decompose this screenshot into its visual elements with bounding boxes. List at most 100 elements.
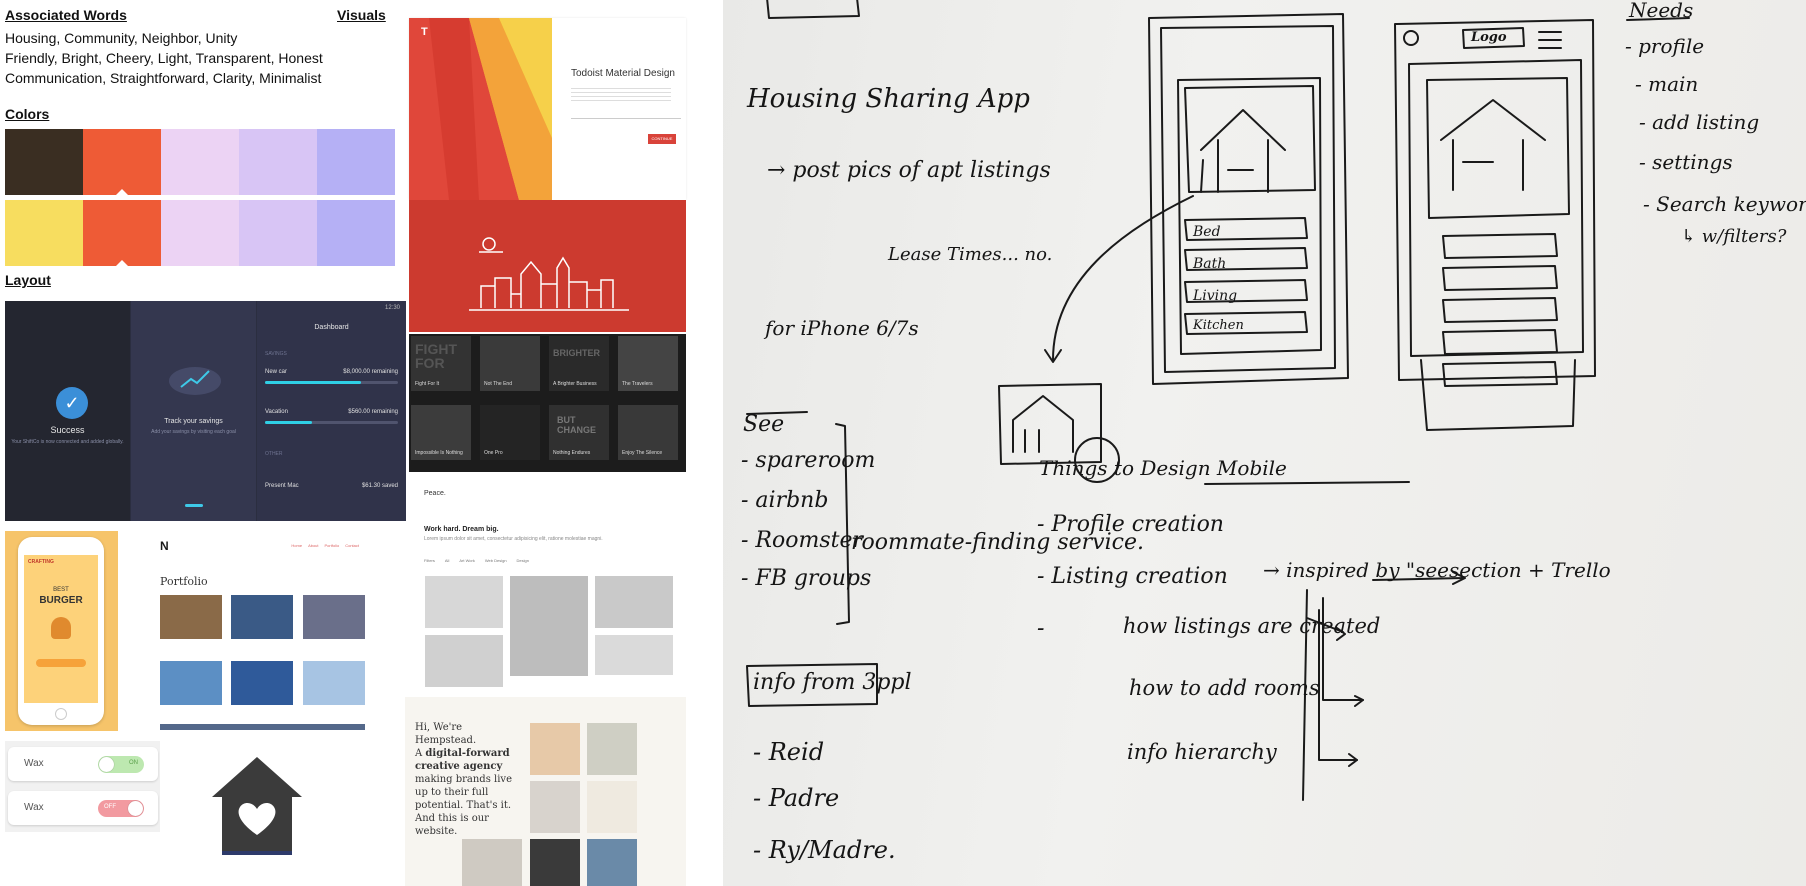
needs-heading: Needs: [1629, 0, 1694, 22]
toggle-switch: ON: [98, 756, 144, 773]
goal-amount: $61.30 saved: [361, 483, 398, 489]
chart-cloud-icon: [169, 367, 221, 395]
toggle-row: Wax OFF: [8, 791, 158, 825]
other-label: OTHER: [265, 451, 283, 457]
post-pics-note: → post pics of apt listings: [767, 158, 1051, 183]
color-swatch: [161, 200, 239, 266]
colors-heading: Colors: [5, 106, 50, 122]
film-card: Not The End: [480, 336, 540, 391]
sub-item: how to add rooms: [1129, 676, 1320, 700]
savings-screen: Track your savings Add your savings by v…: [131, 301, 256, 521]
color-swatch: [317, 200, 395, 266]
dashboard-title: Dashboard: [314, 324, 349, 331]
wireframe-field: Bed: [1193, 224, 1221, 240]
film-card: FIGHT FOR Fight For It: [411, 336, 471, 391]
color-swatch: [239, 200, 317, 266]
see-item: - spareroom: [741, 448, 876, 473]
page-indicator: [185, 504, 203, 507]
house-heart-icon: [212, 757, 302, 855]
inspired-note: → inspired by "seesection + Trello: [1263, 558, 1611, 582]
hempstead-intro: Hi, We're Hempstead. A digital-forward c…: [415, 722, 512, 837]
dashboard-screen: 12:30 Dashboard SAVINGS New car $8,000.0…: [257, 301, 406, 521]
peace-headline: Work hard. Dream big.: [424, 526, 499, 533]
hempstead-website-mockup: Hi, We're Hempstead. A digital-forward c…: [405, 697, 686, 886]
things-item: - Listing creation: [1037, 564, 1228, 589]
needs-item: - Search keywords: [1643, 192, 1806, 216]
things-item: - Profile creation: [1037, 512, 1224, 537]
color-swatch: [239, 129, 317, 195]
sketch-photo: Housing Sharing App → post pics of apt l…: [723, 0, 1806, 886]
success-title: Success: [50, 425, 85, 435]
color-palette-row: [5, 200, 395, 266]
see-item: - FB groups: [741, 566, 872, 591]
checkmark-icon: ✓: [56, 387, 88, 419]
todoist-logo: T: [421, 26, 428, 38]
things-heading: Things to Design Mobile: [1039, 456, 1287, 480]
burger-line1: BEST: [53, 587, 69, 593]
things-item: -: [1037, 616, 1045, 641]
color-swatch: [161, 129, 239, 195]
film-card: The Travelers: [618, 336, 678, 391]
goal-row: Vacation $560.00 remaining: [265, 409, 398, 415]
info-heading: info from 3ppl: [753, 670, 912, 695]
needs-item: - settings: [1639, 150, 1733, 174]
portfolio-heading: Portfolio: [160, 575, 208, 588]
goal-name: New car: [265, 369, 288, 375]
sub-item: how listings are created: [1123, 614, 1381, 638]
city-skyline-icon: [469, 237, 629, 311]
portfolio-logo: N: [160, 539, 169, 553]
film-card: Enjoy The Silence: [618, 405, 678, 460]
goal-progress-bar: [265, 381, 398, 384]
color-swatch: [83, 200, 161, 266]
todoist-material-mockup: T Todoist Material Design CONTINUE: [409, 18, 686, 200]
wireframe-field: Kitchen: [1193, 318, 1244, 333]
info-item: - Ry/Madre.: [753, 836, 896, 864]
continue-button: CONTINUE: [648, 134, 676, 144]
iphone-note: for iPhone 6/7s: [765, 316, 919, 340]
success-subtitle: Your ShiftCo is now connected and added …: [11, 439, 124, 445]
home-button: [55, 708, 67, 720]
goal-amount: $560.00 remaining: [348, 409, 398, 415]
lease-times-note: Lease Times... no.: [888, 244, 1053, 265]
filters-note: ↳ w/filters?: [1681, 226, 1787, 247]
sub-item: info hierarchy: [1127, 740, 1277, 764]
savings-label: SAVINGS: [265, 351, 287, 357]
portfolio-mockup: N Home About Portfolio Contact Portfolio: [134, 531, 369, 731]
phone-screens-mockup: ✓ Success Your ShiftCo is now connected …: [5, 301, 406, 521]
peace-filters: Filters All Art Work Web Design Design: [424, 558, 529, 563]
layout-heading: Layout: [5, 272, 51, 288]
film-card: Impossible Is Nothing: [411, 405, 471, 460]
peace-body: Lorem ipsum dolor sit amet, consectetur …: [424, 536, 603, 542]
logo-placeholder: Logo: [1471, 30, 1507, 45]
associated-words-list: Housing, Community, Neighbor, Unity Frie…: [5, 28, 323, 88]
goal-name: Vacation: [265, 409, 288, 415]
portfolio-nav: Home About Portfolio Contact: [291, 543, 359, 548]
status-time: 12:30: [384, 305, 400, 311]
burger-icon: [51, 617, 71, 639]
goal-row: New car $8,000.00 remaining: [265, 369, 398, 375]
color-swatch: [83, 129, 161, 195]
words-line: Communication, Straightforward, Clarity,…: [5, 70, 322, 86]
see-item: - Roomster: [741, 528, 864, 553]
goal-amount: $8,000.00 remaining: [343, 369, 398, 375]
info-item: - Reid: [753, 738, 825, 766]
color-swatch: [317, 129, 395, 195]
burger-app-mockup: CRAFTING BEST BURGER: [5, 531, 118, 731]
burger-brand: CRAFTING: [28, 559, 54, 565]
material-shapes: [409, 18, 552, 200]
associated-words-heading: Associated Words: [5, 7, 127, 23]
peace-website-mockup: Peace. Work hard. Dream big. Lorem ipsum…: [409, 478, 686, 692]
goal-progress-bar: [265, 421, 398, 424]
wireframe-field: Living: [1193, 288, 1238, 304]
see-item: - airbnb: [741, 488, 829, 513]
needs-item: - add listing: [1639, 110, 1760, 134]
savings-title: Track your savings: [164, 418, 223, 425]
words-line: Housing, Community, Neighbor, Unity: [5, 30, 238, 46]
burger-line2: BURGER: [39, 595, 83, 606]
color-palette-row: [5, 129, 395, 195]
toggle-label: Wax: [24, 802, 44, 813]
color-swatch: [5, 200, 83, 266]
savings-subtitle: Add your savings by visiting each goal: [151, 429, 236, 435]
todoist-title: Todoist Material Design: [571, 68, 675, 79]
moodboard: Associated Words Visuals Housing, Commun…: [0, 0, 690, 886]
